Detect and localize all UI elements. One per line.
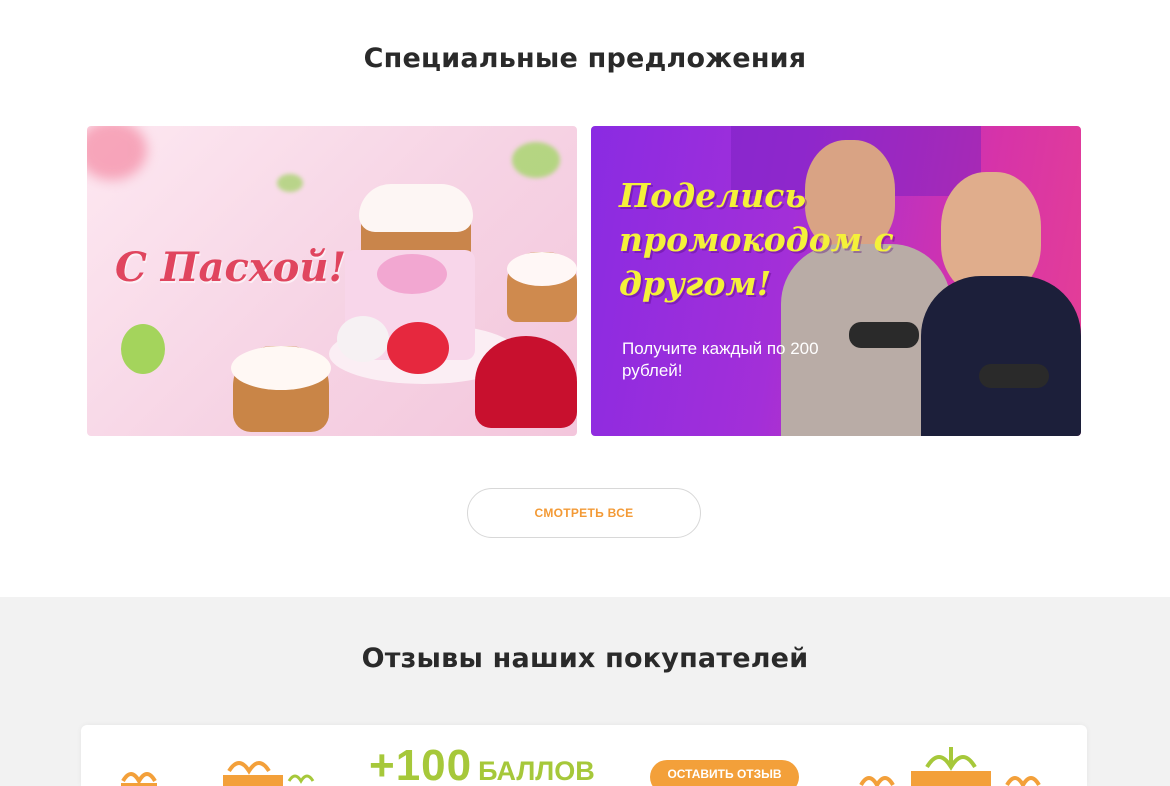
review-bonus-card: +100 БАЛЛОВ ОСТАВИТЬ ОТЗЫВ: [81, 725, 1087, 786]
easter-banner[interactable]: С Пасхой!: [87, 126, 577, 436]
view-all-button[interactable]: СМОТРЕТЬ ВСЕ: [467, 488, 701, 538]
petal-decoration: [87, 126, 147, 180]
leave-review-button[interactable]: ОСТАВИТЬ ОТЗЫВ: [650, 760, 799, 786]
promo-code-banner[interactable]: Поделись промокодом с другом! Получите к…: [591, 126, 1081, 436]
leaf-decoration: [121, 324, 165, 374]
promo-heading: Поделись промокодом с другом!: [619, 176, 894, 303]
gamepad-left: [849, 322, 919, 348]
kulich-icing: [359, 184, 473, 232]
promo-subtext: Получите каждый по 200 рублей!: [622, 339, 819, 380]
white-egg: [337, 316, 389, 362]
bonus-points: +100 БАЛЛОВ: [369, 741, 595, 786]
small-kulich-icing: [507, 252, 577, 286]
gift-icon: [859, 747, 1041, 786]
red-bunny: [475, 336, 577, 428]
customer-reviews-title: Отзывы наших покупателей: [361, 643, 809, 674]
bonus-unit: БАЛЛОВ: [478, 756, 595, 786]
easter-greeting: С Пасхой!: [115, 244, 346, 291]
gift-icon: [121, 761, 315, 786]
red-egg: [387, 322, 449, 374]
person-right-jacket: [921, 276, 1081, 436]
gamepad-right: [979, 364, 1049, 388]
leaf-decoration: [512, 142, 560, 178]
front-kulich-icing: [231, 346, 331, 390]
bonus-amount: +100: [369, 741, 473, 786]
ribbon-bow: [377, 254, 447, 294]
leaf-decoration: [277, 174, 303, 192]
special-offers-title: Специальные предложения: [363, 43, 807, 74]
